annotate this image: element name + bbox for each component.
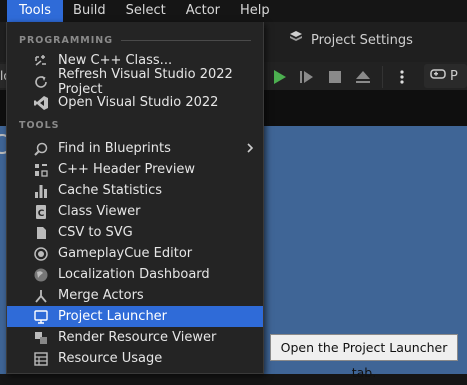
menu-item-render-resource-viewer[interactable]: Render Resource Viewer (7, 327, 263, 348)
svg-text:C: C (38, 209, 45, 219)
toolbar-divider (382, 66, 383, 88)
menu-item-merge-actors[interactable]: Merge Actors (7, 285, 263, 306)
visual-studio-icon (33, 95, 49, 111)
section-header-tools: TOOLS (7, 116, 263, 135)
menu-item-find-in-blueprints[interactable]: Find in Blueprints (7, 138, 263, 159)
merge-icon (33, 288, 49, 304)
eject-button[interactable] (352, 66, 374, 88)
more-options-icon[interactable] (391, 66, 413, 88)
launcher-icon (33, 309, 49, 325)
menu-item-label: Resource Usage (58, 351, 163, 366)
refresh-icon (33, 74, 49, 90)
menu-item-refresh-vs-project[interactable]: Refresh Visual Studio 2022 Project (7, 67, 263, 97)
menu-build[interactable]: Build (63, 0, 116, 22)
play-controls (268, 64, 413, 90)
section-divider (121, 40, 251, 41)
section-label: PROGRAMMING (19, 35, 114, 46)
menu-item-open-visual-studio[interactable]: Open Visual Studio 2022 (7, 92, 263, 113)
menu-item-resource-usage[interactable]: Resource Usage (7, 348, 263, 369)
menu-item-label: Open Visual Studio 2022 (58, 95, 219, 110)
menu-item-class-viewer[interactable]: C Class Viewer (7, 201, 263, 222)
project-settings-tab[interactable]: Project Settings (288, 30, 413, 52)
menu-item-gameplaycue-editor[interactable]: GameplayCue Editor (7, 243, 263, 264)
menu-help[interactable]: Help (230, 0, 280, 22)
section-header-programming: PROGRAMMING (7, 31, 263, 50)
step-button[interactable] (296, 66, 318, 88)
statistics-icon (33, 183, 49, 199)
menu-select[interactable]: Select (116, 0, 176, 22)
localization-icon (33, 267, 49, 283)
menu-item-label: Cache Statistics (58, 183, 162, 198)
menu-actor[interactable]: Actor (176, 0, 230, 22)
menu-item-label: Project Launcher (58, 309, 168, 324)
menu-item-label: CSV to SVG (58, 225, 133, 240)
menu-item-label: Render Resource Viewer (58, 330, 217, 345)
chevron-right-icon (245, 141, 255, 159)
play-button[interactable] (268, 66, 290, 88)
settings-icon (288, 30, 304, 52)
find-icon (33, 141, 49, 157)
stop-button[interactable] (324, 66, 346, 88)
menu-item-label: C++ Header Preview (58, 162, 196, 177)
project-settings-label: Project Settings (311, 33, 413, 48)
new-class-icon (33, 53, 49, 69)
menu-item-cpp-header-preview[interactable]: C++ Header Preview (7, 159, 263, 180)
menu-tools[interactable]: Tools (7, 0, 64, 22)
menu-item-csv-to-svg[interactable]: CSV to SVG (7, 222, 263, 243)
menu-item-label: Find in Blueprints (58, 141, 171, 156)
menu-item-label: Localization Dashboard (58, 267, 210, 282)
menu-item-label: Class Viewer (58, 204, 141, 219)
tooltip: Open the Project Launcher tab. (270, 334, 458, 380)
platforms-label-fragment: P (450, 68, 458, 84)
gamepad-icon (430, 68, 446, 84)
tools-menu-dropdown: PROGRAMMING New C++ Class... Refresh Vis… (6, 22, 264, 374)
menu-bar: Tools Build Select Actor Help (0, 0, 467, 22)
menu-item-label: Merge Actors (58, 288, 144, 303)
menu-item-localization-dashboard[interactable]: Localization Dashboard (7, 264, 263, 285)
menu-item-cache-statistics[interactable]: Cache Statistics (7, 180, 263, 201)
menu-item-project-launcher[interactable]: Project Launcher (7, 306, 263, 327)
header-preview-icon (33, 162, 49, 178)
gameplaycue-icon (33, 246, 49, 262)
render-resource-icon (33, 330, 49, 346)
menu-item-label: GameplayCue Editor (58, 246, 193, 261)
section-label: TOOLS (19, 120, 60, 131)
resource-usage-icon (33, 351, 49, 367)
csv-icon (33, 225, 49, 241)
class-viewer-icon: C (33, 204, 49, 220)
platforms-button[interactable]: P (424, 64, 467, 88)
